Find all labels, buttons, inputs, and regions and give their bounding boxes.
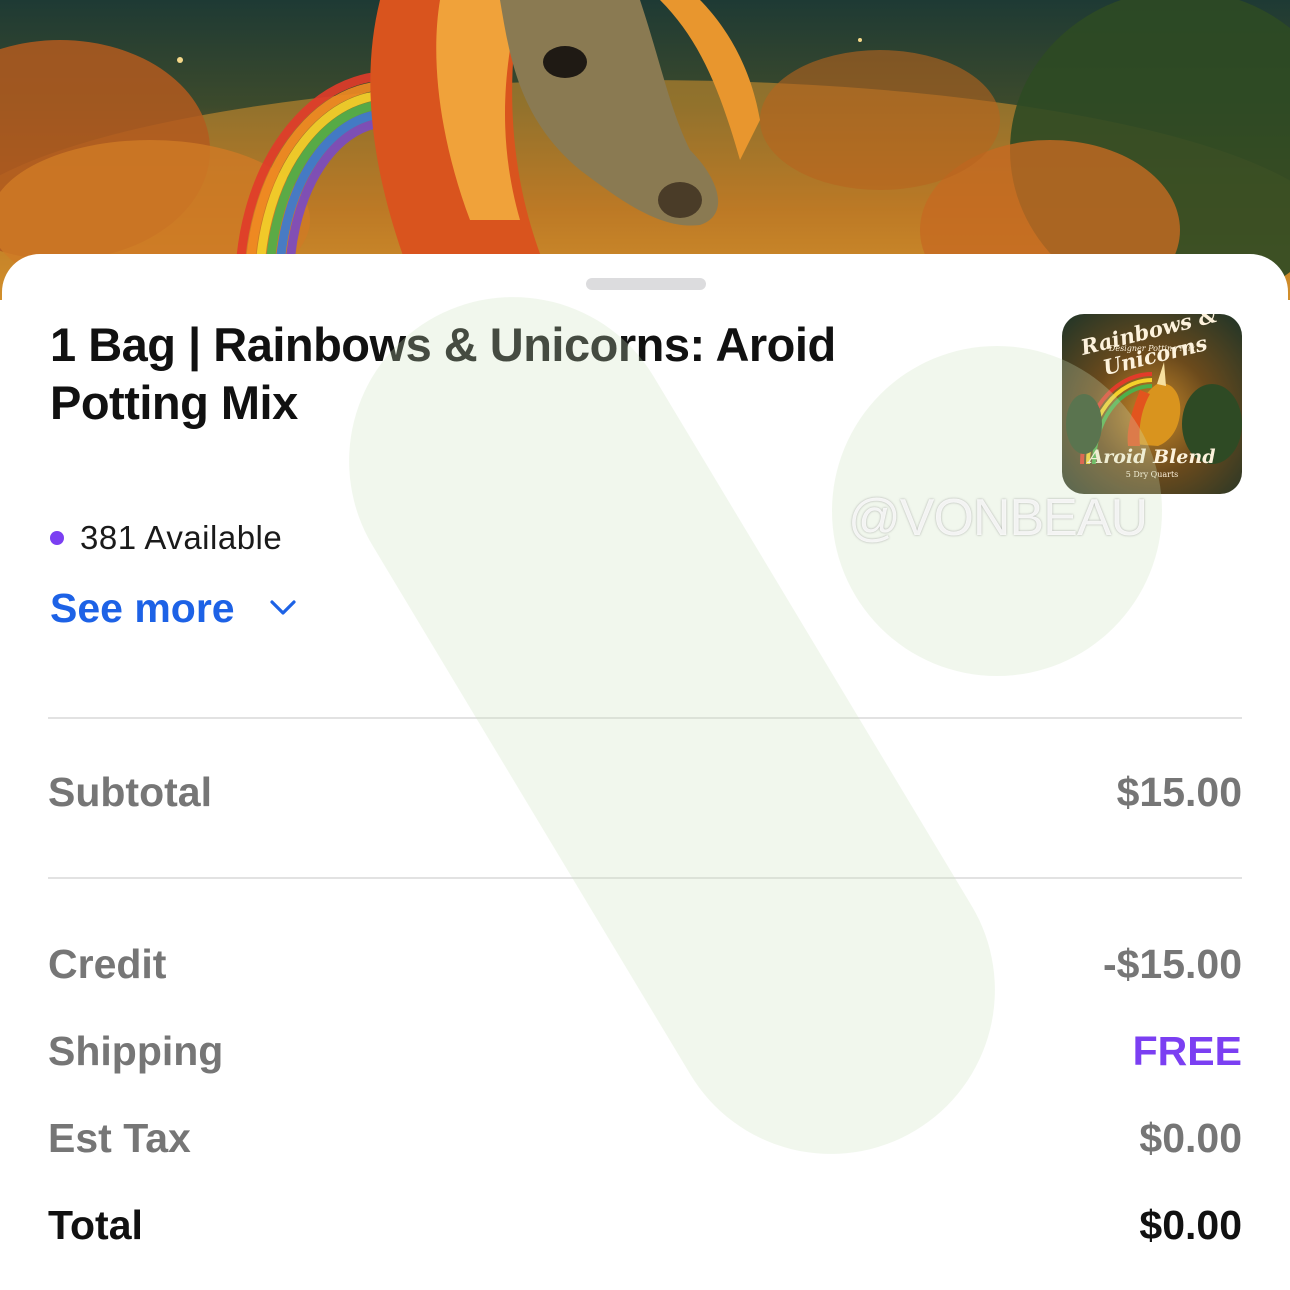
shipping-label: Shipping — [48, 1027, 224, 1074]
availability: 381 Available — [50, 516, 282, 560]
credit-value: -$15.00 — [1102, 940, 1242, 987]
subtotal-label: Subtotal — [48, 768, 212, 815]
tax-row: Est Tax $0.00 — [48, 1108, 1242, 1168]
see-more-button[interactable]: See more — [50, 580, 297, 636]
subtotal-value: $15.00 — [1116, 768, 1242, 815]
total-row: Total $0.00 — [48, 1195, 1242, 1255]
tax-value: $0.00 — [1139, 1114, 1242, 1161]
credit-label: Credit — [48, 940, 167, 987]
shipping-value: FREE — [1132, 1027, 1242, 1074]
shipping-row: Shipping FREE — [48, 1021, 1242, 1081]
sheet-grabber[interactable] — [586, 278, 706, 290]
watermark-text: @VONBEAU — [848, 489, 1148, 547]
availability-dot-icon — [50, 531, 64, 545]
chevron-down-icon — [270, 600, 296, 615]
tax-label: Est Tax — [48, 1114, 191, 1161]
availability-count: 381 Available — [80, 519, 283, 556]
total-label: Total — [48, 1201, 143, 1248]
total-value: $0.00 — [1139, 1201, 1242, 1248]
see-more-label: See more — [50, 584, 235, 631]
